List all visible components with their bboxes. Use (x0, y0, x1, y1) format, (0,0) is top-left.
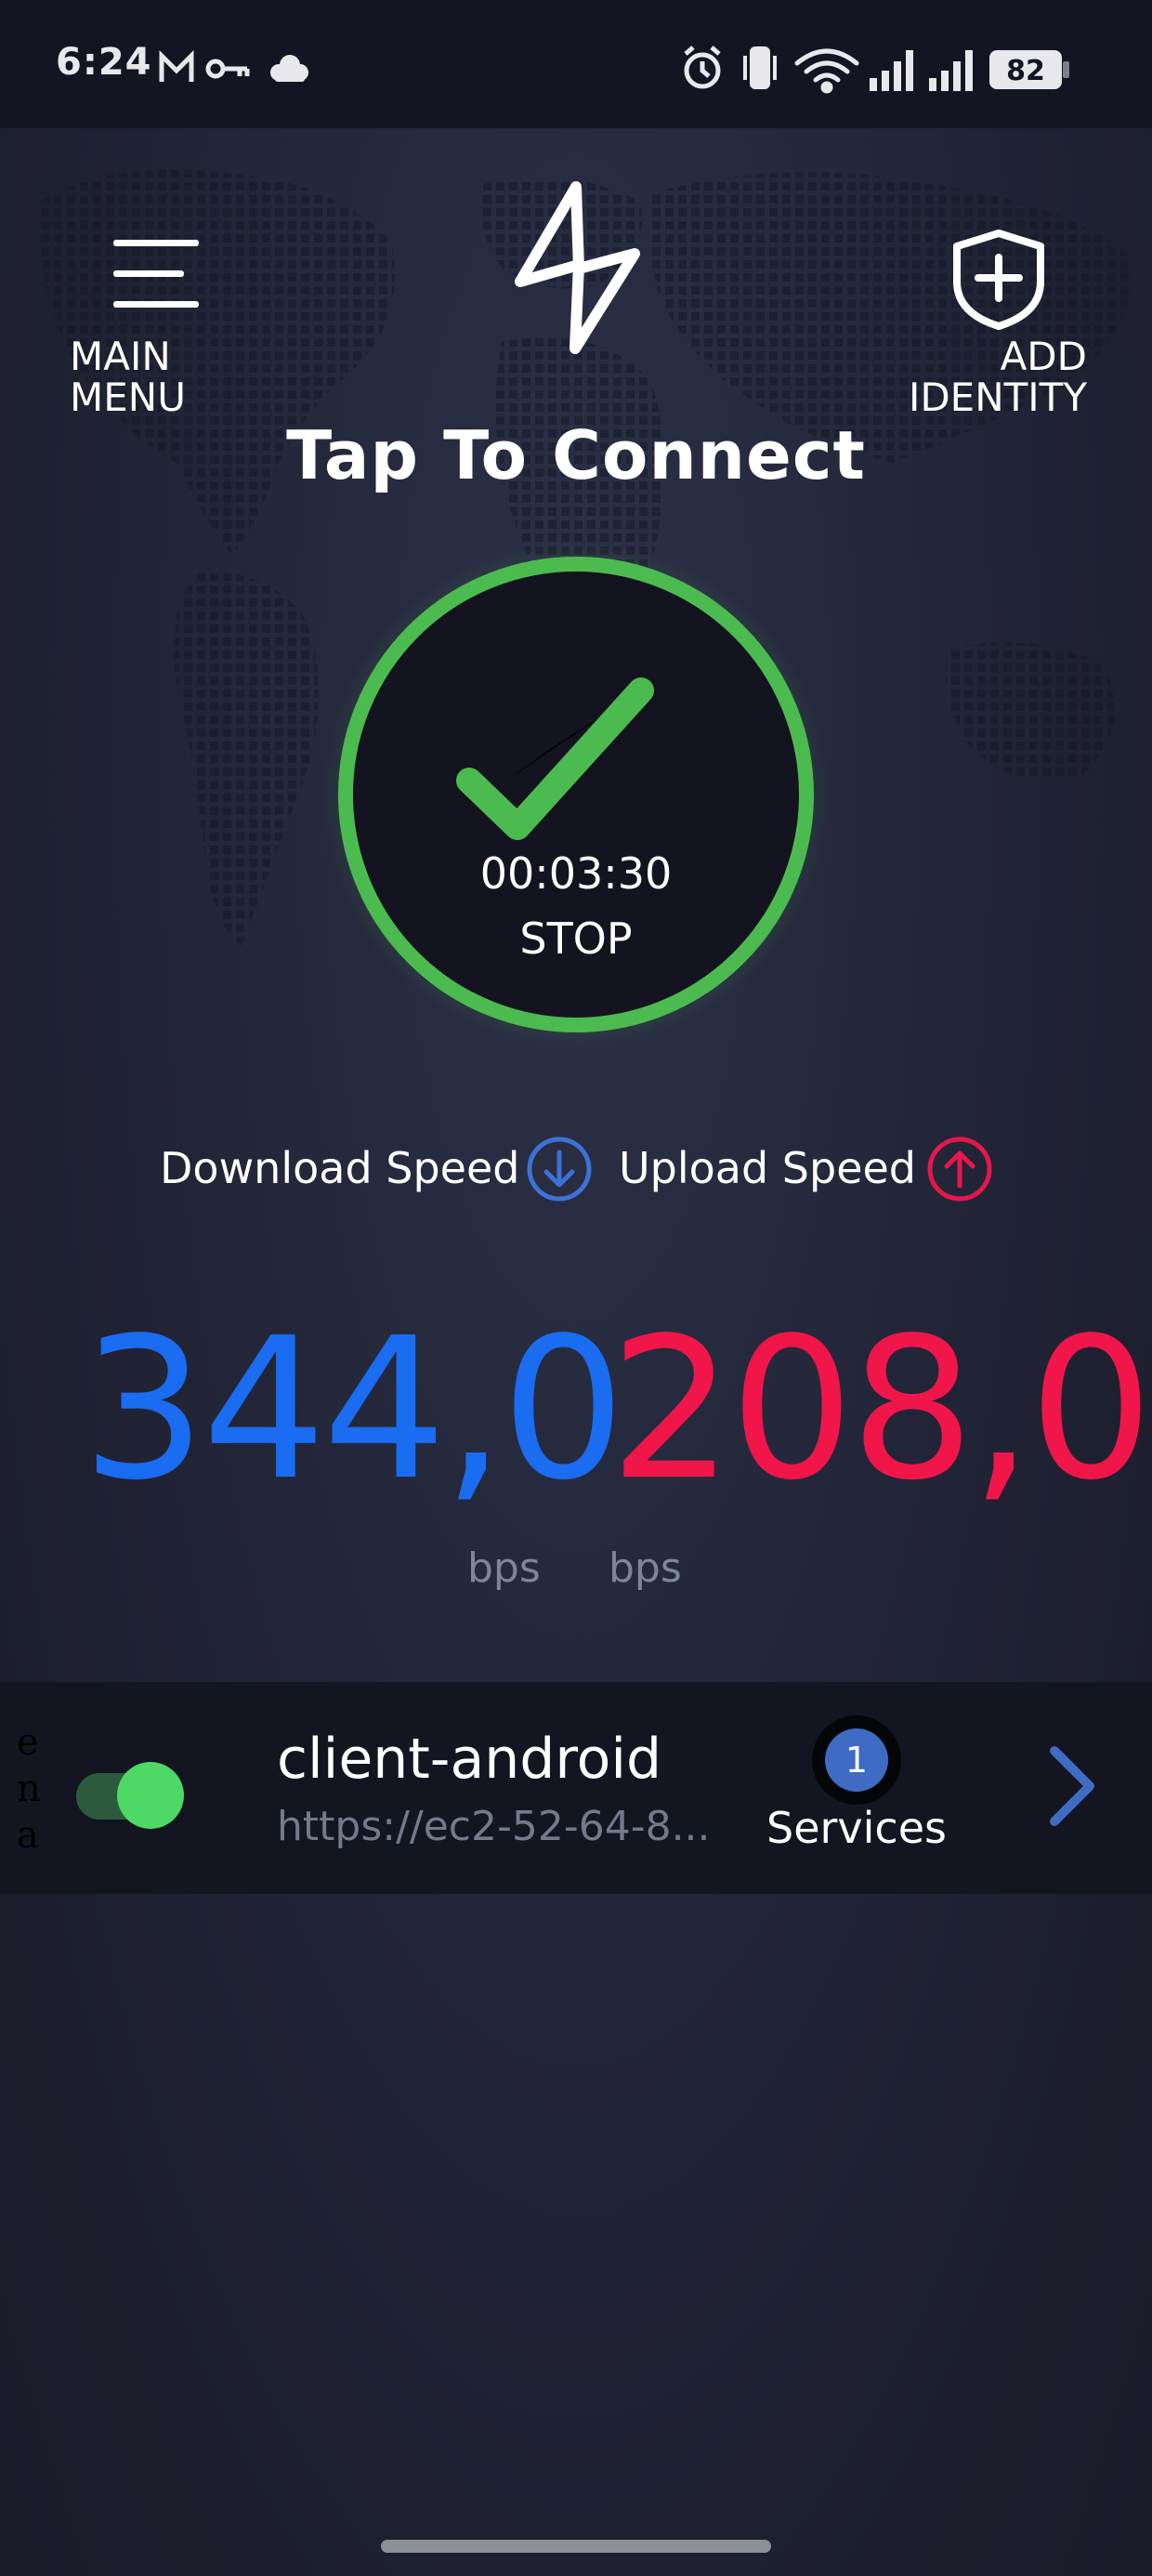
shield-plus-icon (953, 230, 1044, 330)
upload-speed-label: Upload Speed (619, 1143, 917, 1193)
stop-label[interactable]: STOP (321, 913, 831, 964)
chevron-right-icon[interactable] (1036, 1740, 1110, 1833)
main-menu-label: MAIN MENU (70, 334, 186, 420)
status-time: 6:24 (56, 41, 152, 84)
download-arrow-icon (527, 1137, 592, 1202)
services-count-badge: 1 (812, 1715, 901, 1805)
speed-legend: Download Speed Upload Speed (0, 1136, 1152, 1204)
battery-icon: 82 (989, 50, 1069, 89)
toggle-knob (117, 1762, 184, 1829)
identity-name: client-android (277, 1727, 662, 1792)
lightning-bolt-logo (515, 181, 640, 354)
download-speed-value: 344,0 (82, 1295, 625, 1523)
side-letters: e n a (17, 1721, 41, 1857)
add-identity-button[interactable]: ADD IDENTITY (892, 228, 1106, 432)
signal-icon (870, 50, 913, 91)
services-count: 1 (825, 1728, 888, 1792)
upload-unit: bps (609, 1544, 682, 1592)
battery-level: 82 (1006, 55, 1045, 87)
main-menu-button[interactable]: MAIN MENU (56, 232, 214, 437)
signal-icon (929, 50, 973, 91)
gmail-icon (159, 49, 194, 82)
status-bar: 6:24 82 (0, 0, 1152, 128)
connect-button[interactable] (321, 539, 831, 1050)
wifi-icon (794, 48, 859, 94)
alarm-icon (684, 46, 721, 89)
vibrate-icon (743, 46, 777, 89)
hamburger-menu-icon (113, 240, 199, 308)
download-unit: bps (467, 1544, 541, 1592)
identity-card[interactable]: e n a client-android https://ec2-52-64-8… (0, 1682, 1152, 1894)
status-right-icons: 82 (684, 46, 1069, 94)
home-indicator[interactable] (381, 2540, 771, 2553)
connect-title: Tap To Connect (286, 416, 866, 494)
cloud-icon (270, 55, 308, 82)
add-identity-label: ADD IDENTITY (908, 334, 1087, 420)
status-left-icons (159, 49, 308, 82)
upload-arrow-icon (927, 1137, 992, 1202)
upload-speed-value: 208,0 (609, 1295, 1152, 1523)
identity-url: https://ec2-52-64-8... (277, 1803, 711, 1850)
download-speed-label: Download Speed (160, 1143, 520, 1193)
connection-timer: 00:03:30 (479, 848, 673, 899)
vpn-key-icon (205, 59, 250, 79)
services-label: Services (766, 1803, 947, 1853)
identity-enable-toggle[interactable] (76, 1762, 184, 1829)
